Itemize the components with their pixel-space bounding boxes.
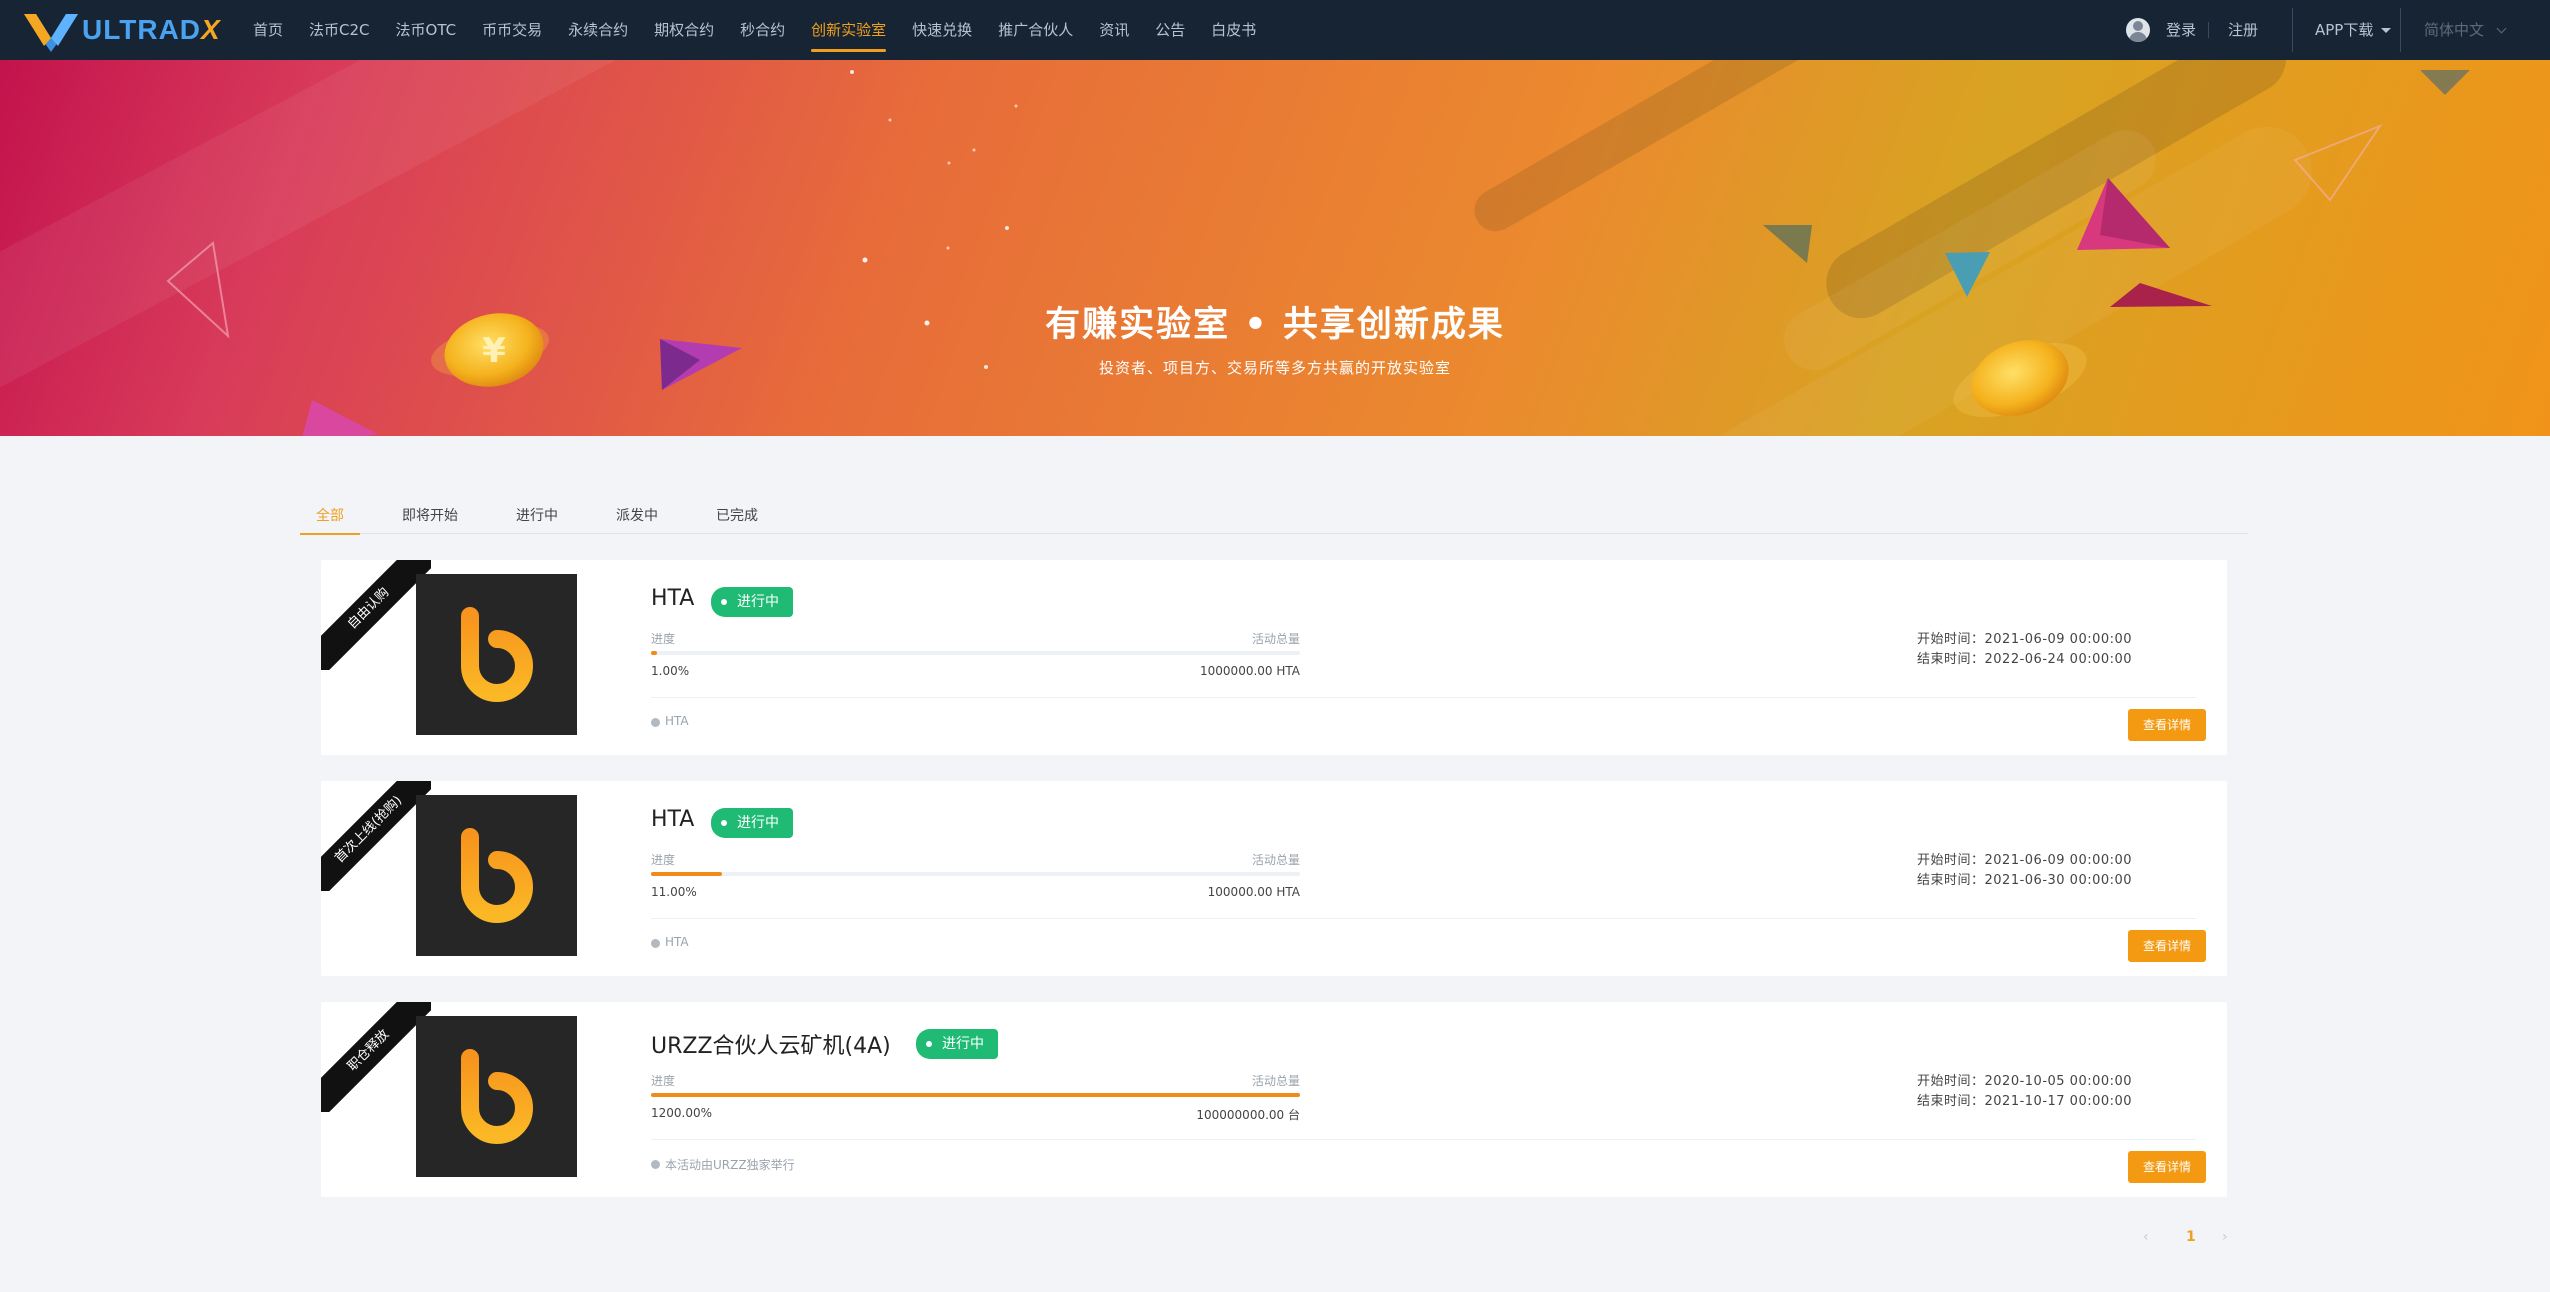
view-details-button[interactable]: 查看详情 bbox=[2128, 930, 2206, 962]
status-badge: 进行中 bbox=[711, 808, 793, 838]
tab-0[interactable]: 全部 bbox=[300, 496, 360, 535]
ribbon-label: 自由认购 bbox=[321, 560, 431, 670]
progress-bar-fill bbox=[651, 651, 657, 655]
project-card: 自由认购 HTA 进行中 进度 活动总量 1.00% 1000000.00 HT… bbox=[321, 560, 2227, 755]
total-value: 1000000.00 HTA bbox=[1200, 664, 1300, 678]
banner-decoration: ¥ bbox=[0, 60, 2470, 436]
pagination-page[interactable]: 1 bbox=[2186, 1224, 2196, 1250]
progress-bar-fill bbox=[651, 1093, 1300, 1097]
status-badge: 进行中 bbox=[916, 1029, 998, 1059]
ribbon: 职仓释放 bbox=[321, 1002, 431, 1112]
project-footer: HTA bbox=[651, 714, 689, 728]
project-card: 职仓释放 URZZ合伙人云矿机(4A) 进行中 进度 活动总量 1200.00%… bbox=[321, 1002, 2227, 1197]
project-card: 首次上线(抢购) HTA 进行中 进度 活动总量 11.00% 100000.0… bbox=[321, 781, 2227, 976]
total-label: 活动总量 bbox=[1251, 1074, 1300, 1088]
start-time: 开始时间：2021-06-09 00:00:00 bbox=[1917, 632, 2133, 647]
caret-down-icon bbox=[2381, 28, 2392, 33]
nav-item[interactable]: 资讯 bbox=[1086, 0, 1142, 60]
total-label: 活动总量 bbox=[1251, 853, 1300, 867]
filter-tabs: 全部 即将开始 进行中 派发中 已完成 bbox=[300, 496, 2248, 535]
progress-bar-fill bbox=[651, 872, 723, 876]
card-divider bbox=[651, 1139, 2196, 1140]
logo[interactable]: ULTRADX bbox=[22, 6, 232, 54]
user-avatar-icon[interactable] bbox=[2126, 18, 2150, 42]
banner-subtitle: 投资者、项目方、交易所等多方共赢的开放实验室 bbox=[1098, 359, 1451, 377]
tab-3[interactable]: 派发中 bbox=[600, 496, 674, 534]
end-time: 结束时间：2022-06-24 00:00:00 bbox=[1917, 652, 2133, 667]
banner-title: 有赚实验室 • 共享创新成果 bbox=[1045, 305, 1505, 345]
project-name: URZZ合伙人云矿机(4A) bbox=[651, 1034, 891, 1059]
ribbon-label: 首次上线(抢购) bbox=[321, 781, 431, 891]
progress-bar bbox=[651, 651, 1300, 655]
project-name: HTA bbox=[651, 807, 695, 832]
nav-item[interactable]: 法币C2C bbox=[296, 0, 383, 60]
ribbon: 自由认购 bbox=[321, 560, 431, 670]
project-b-logo-icon bbox=[461, 828, 533, 923]
hero-banner: ¥ 有赚实验室 • 共享创新成果 投资者、项目方、交易所等多方共赢的开放实验室 bbox=[0, 60, 2550, 436]
nav-separator bbox=[2400, 8, 2401, 52]
view-details-button[interactable]: 查看详情 bbox=[2128, 709, 2206, 741]
nav-item[interactable]: 推广合伙人 bbox=[985, 0, 1086, 60]
nav-item[interactable]: 白皮书 bbox=[1198, 0, 1269, 60]
main-menu: 首页 法币C2C 法币OTC 币币交易 永续合约 期权合约 秒合约 创新实验室 快速兑换 推广合伙… bbox=[240, 0, 1269, 60]
nav-separator bbox=[2292, 8, 2293, 52]
nav-item[interactable]: 公告 bbox=[1142, 0, 1198, 60]
project-footer: 本活动由URZZ独家举行 bbox=[651, 1156, 795, 1173]
project-logo[interactable] bbox=[416, 574, 577, 735]
view-details-button[interactable]: 查看详情 bbox=[2128, 1151, 2206, 1183]
project-name: HTA bbox=[651, 586, 695, 611]
app-download-menu[interactable]: APP下载 bbox=[2315, 0, 2392, 60]
project-logo[interactable] bbox=[416, 795, 577, 956]
nav-item[interactable]: 币币交易 bbox=[469, 0, 555, 60]
pagination-next[interactable]: › bbox=[2222, 1224, 2228, 1250]
register-link[interactable]: 注册 bbox=[2228, 0, 2258, 60]
nav-separator bbox=[2208, 22, 2209, 38]
tab-1[interactable]: 即将开始 bbox=[386, 496, 474, 534]
card-divider bbox=[651, 918, 2196, 919]
project-footer: HTA bbox=[651, 935, 689, 949]
progress-bar bbox=[651, 1093, 1300, 1097]
chevron-down-icon bbox=[2496, 23, 2507, 34]
nav-item[interactable]: 秒合约 bbox=[727, 0, 798, 60]
total-value: 100000.00 HTA bbox=[1207, 885, 1300, 899]
project-logo[interactable] bbox=[416, 1016, 577, 1177]
progress-bar bbox=[651, 872, 1300, 876]
tab-2[interactable]: 进行中 bbox=[500, 496, 574, 534]
language-select[interactable]: 简体中文 bbox=[2424, 0, 2507, 60]
logo-text: ULTRADX bbox=[82, 14, 221, 45]
login-link[interactable]: 登录 bbox=[2166, 0, 2196, 60]
ribbon-label: 职仓释放 bbox=[321, 1002, 431, 1112]
nav-item[interactable]: 快速兑换 bbox=[899, 0, 985, 60]
nav-item[interactable]: 创新实验室 bbox=[798, 0, 899, 60]
nav-item[interactable]: 期权合约 bbox=[641, 0, 727, 60]
status-badge: 进行中 bbox=[711, 587, 793, 617]
start-time: 开始时间：2020-10-05 00:00:00 bbox=[1917, 1074, 2133, 1089]
card-divider bbox=[651, 697, 2196, 698]
end-time: 结束时间：2021-06-30 00:00:00 bbox=[1917, 873, 2133, 888]
total-value: 100000000.00 台 bbox=[1196, 1108, 1300, 1122]
end-time: 结束时间：2021-10-17 00:00:00 bbox=[1917, 1094, 2133, 1109]
project-b-logo-icon bbox=[461, 607, 533, 702]
tab-4[interactable]: 已完成 bbox=[700, 496, 774, 534]
total-label: 活动总量 bbox=[1251, 632, 1300, 646]
ribbon: 首次上线(抢购) bbox=[321, 781, 431, 891]
nav-item[interactable]: 法币OTC bbox=[383, 0, 470, 60]
logo-icon bbox=[24, 14, 78, 52]
project-b-logo-icon bbox=[461, 1049, 533, 1144]
nav-item[interactable]: 永续合约 bbox=[555, 0, 641, 60]
pagination-prev[interactable]: ‹ bbox=[2143, 1224, 2149, 1250]
start-time: 开始时间：2021-06-09 00:00:00 bbox=[1917, 853, 2133, 868]
nav-item[interactable]: 首页 bbox=[240, 0, 296, 60]
